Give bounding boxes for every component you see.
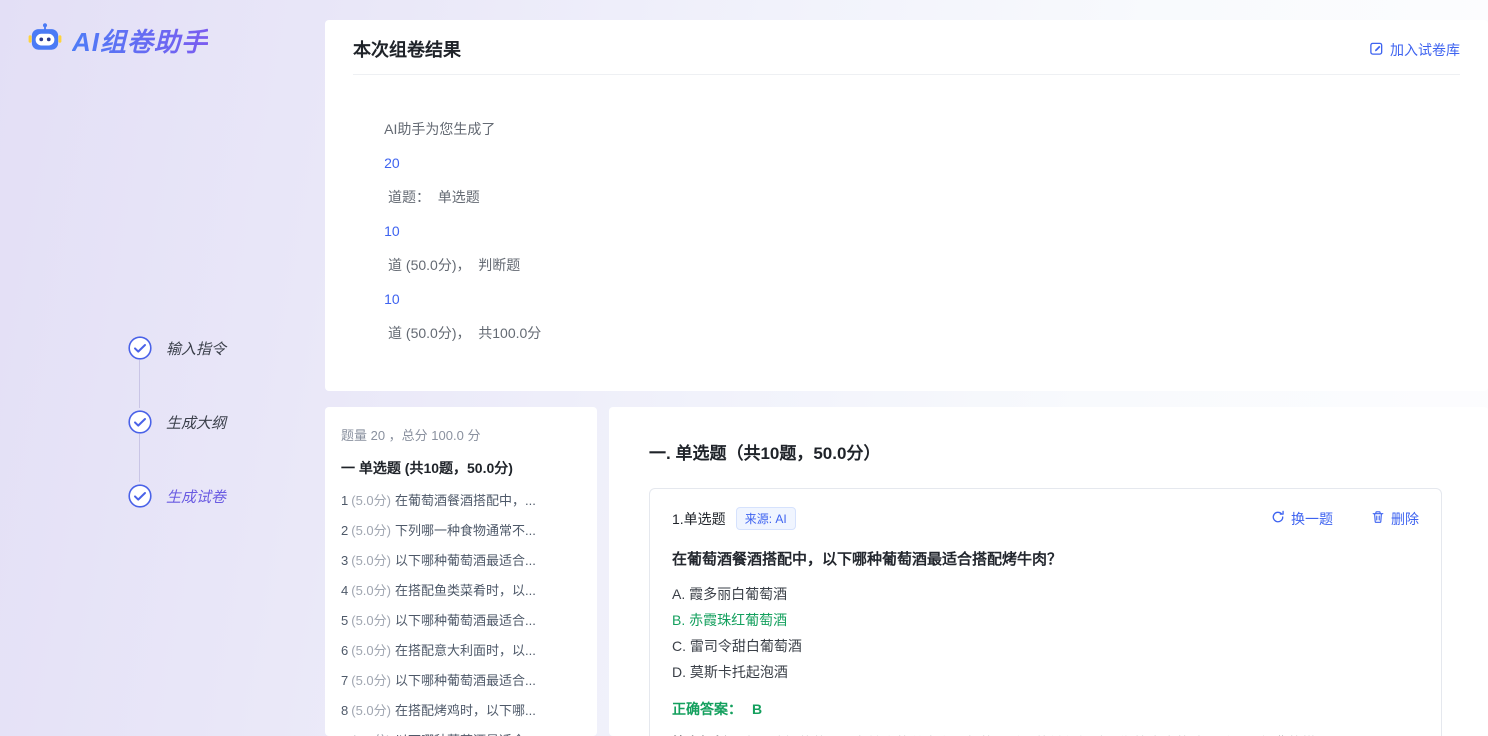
stepper-step-label: 生成试卷 xyxy=(166,486,226,507)
edit-square-icon xyxy=(1369,41,1384,59)
question-option: D. 莫斯卡托起泡酒 xyxy=(672,659,1419,685)
outline-question-item[interactable]: 9(5.0分)以下哪种葡萄酒最适合... xyxy=(341,726,581,736)
check-circle-icon xyxy=(128,484,152,508)
outline-question-item[interactable]: 1(5.0分) 在葡萄酒餐酒搭配中，... xyxy=(341,486,581,516)
outline-question-score: (5.0分) xyxy=(351,613,391,628)
stepper-step[interactable]: 生成大纲 xyxy=(128,410,226,434)
outline-question-score: (5.0分) xyxy=(351,703,391,718)
swap-question-label: 换一题 xyxy=(1291,509,1333,529)
outline-question-text: 在葡萄酒餐酒搭配中，... xyxy=(395,493,536,508)
refresh-icon xyxy=(1271,510,1285,527)
outline-question-text: 下列哪一种食物通常不... xyxy=(395,523,536,538)
robot-icon xyxy=(28,23,62,58)
outline-question-score: (5.0分) xyxy=(351,643,391,658)
check-circle-icon xyxy=(128,336,152,360)
outline-question-score: (5.0分) xyxy=(351,553,391,568)
question-card: 1.单选题 来源: AI 换一题 xyxy=(649,488,1442,736)
question-option: A. 霞多丽白葡萄酒 xyxy=(672,581,1419,607)
generation-summary: AI助手为您生成了 20 道题： 单选题 10 道 (50.0分)， 判断题 1… xyxy=(353,74,1460,375)
app-logo: AI组卷助手 xyxy=(28,22,208,59)
add-to-bank-button[interactable]: 加入试卷库 xyxy=(1369,40,1460,60)
correct-answer-label: 正确答案： xyxy=(672,701,742,717)
question-options: A. 霞多丽白葡萄酒 B. 赤霞珠红葡萄酒 C. 雷司令甜白葡萄酒 D. 莫斯卡… xyxy=(672,581,1419,685)
summary-segment: 道 (50.0分)， 判断题 xyxy=(384,257,524,273)
header-card: 本次组卷结果 AI助手为您生成了 20 道题： 单选题 10 道 (50.0分)… xyxy=(325,20,1488,391)
summary-segment: 20 xyxy=(384,155,400,171)
outline-question-text: 在搭配意大利面时，以... xyxy=(395,643,536,658)
swap-question-button[interactable]: 换一题 xyxy=(1271,509,1333,529)
outline-question-item[interactable]: 2(5.0分) 下列哪一种食物通常不... xyxy=(341,516,581,546)
outline-question-number: 5 xyxy=(341,613,348,628)
outline-question-text: 在搭配烤鸡时，以下哪... xyxy=(395,703,536,718)
outline-question-number: 1 xyxy=(341,493,348,508)
outline-question-item[interactable]: 7(5.0分) 以下哪种葡萄酒最适合... xyxy=(341,666,581,696)
outline-question-item[interactable]: 4(5.0分) 在搭配鱼类菜肴时，以... xyxy=(341,576,581,606)
outline-question-score: (5.0分) xyxy=(351,493,391,508)
page-title: 本次组卷结果 xyxy=(353,36,1460,62)
detail-panel: 一. 单选题（共10题，50.0分） 1.单选题 来源: AI xyxy=(609,407,1488,736)
delete-question-label: 删除 xyxy=(1391,509,1419,529)
summary-segment: 10 xyxy=(384,291,400,307)
outline-question-score: (5.0分) xyxy=(351,583,391,598)
question-option: B. 赤霞珠红葡萄酒 xyxy=(672,607,1419,633)
detail-section-title: 一. 单选题（共10题，50.0分） xyxy=(649,439,1442,464)
stepper-step-label: 生成大纲 xyxy=(166,412,226,433)
question-card-header: 1.单选题 来源: AI 换一题 xyxy=(672,507,1419,530)
outline-question-number: 3 xyxy=(341,553,348,568)
summary-segment: AI助手为您生成了 xyxy=(384,121,499,137)
stepper-step-label: 输入指令 xyxy=(166,338,226,359)
main-area: 本次组卷结果 AI助手为您生成了 20 道题： 单选题 10 道 (50.0分)… xyxy=(325,0,1488,736)
left-rail: AI组卷助手 输入指令 生成 xyxy=(0,0,325,736)
outline-question-number: 2 xyxy=(341,523,348,538)
outline-question-text: 以下哪种葡萄酒最适合... xyxy=(395,613,536,628)
delete-question-button[interactable]: 删除 xyxy=(1371,509,1419,529)
app-title: AI组卷助手 xyxy=(72,22,208,59)
summary-segment: 道题： 单选题 xyxy=(384,189,484,205)
correct-answer-value: B xyxy=(752,701,762,717)
outline-question-item[interactable]: 5(5.0分) 以下哪种葡萄酒最适合... xyxy=(341,606,581,636)
check-circle-icon xyxy=(128,410,152,434)
stepper-step[interactable]: 输入指令 xyxy=(128,336,226,360)
outline-question-score: (5.0分) xyxy=(351,523,391,538)
outline-question-score: (5.0分) xyxy=(351,673,391,688)
question-index: 1.单选题 xyxy=(672,509,726,529)
outline-question-text: 以下哪种葡萄酒最适合... xyxy=(395,673,536,688)
summary-segment: 道 (50.0分)， 共100.0分 xyxy=(384,325,541,341)
outline-question-number: 7 xyxy=(341,673,348,688)
outline-section: 一 单选题 (共10题，50.0分) 1(5.0分)在葡萄酒餐酒搭配中，... … xyxy=(341,458,581,736)
outline-question-text: 以下哪种葡萄酒最适合... xyxy=(395,553,536,568)
question-actions: 换一题 删除 xyxy=(1271,509,1419,529)
summary-segment: 10 xyxy=(384,223,400,239)
progress-stepper: 输入指令 生成大纲 生成试卷 xyxy=(128,336,226,508)
correct-answer-row: 正确答案： B xyxy=(672,699,1419,719)
outline-question-item[interactable]: 6(5.0分) 在搭配意大利面时，以... xyxy=(341,636,581,666)
question-option: C. 雷司令甜白葡萄酒 xyxy=(672,633,1419,659)
question-text: 在葡萄酒餐酒搭配中，以下哪种葡萄酒最适合搭配烤牛肉？ xyxy=(672,548,1419,569)
trash-icon xyxy=(1371,510,1385,527)
add-to-bank-label: 加入试卷库 xyxy=(1390,40,1460,60)
outline-question-text: 在搭配鱼类菜肴时，以... xyxy=(395,583,536,598)
outline-question-item[interactable]: 8(5.0分) 在搭配烤鸡时，以下哪... xyxy=(341,696,581,726)
outline-question-item[interactable]: 3(5.0分) 以下哪种葡萄酒最适合... xyxy=(341,546,581,576)
stepper-step[interactable]: 生成试卷 xyxy=(128,484,226,508)
analysis-row: 答案解析：赤霞珠红葡萄酒具有较高的单宁和浓郁的果香，能够很好地平衡烤牛肉的油腻感… xyxy=(672,732,1419,736)
content-row: 题量 20 ，总分 100.0 分 一 单选题 (共10题，50.0分) 1(5… xyxy=(325,407,1488,736)
outline-section-title: 一 单选题 (共10题，50.0分) xyxy=(341,458,581,478)
outline-question-number: 4 xyxy=(341,583,348,598)
outline-question-number: 6 xyxy=(341,643,348,658)
outline-question-number: 8 xyxy=(341,703,348,718)
outline-stats: 题量 20 ，总分 100.0 分 xyxy=(341,425,581,444)
source-badge: 来源: AI xyxy=(736,507,796,530)
outline-panel: 题量 20 ，总分 100.0 分 一 单选题 (共10题，50.0分) 1(5… xyxy=(325,407,597,736)
